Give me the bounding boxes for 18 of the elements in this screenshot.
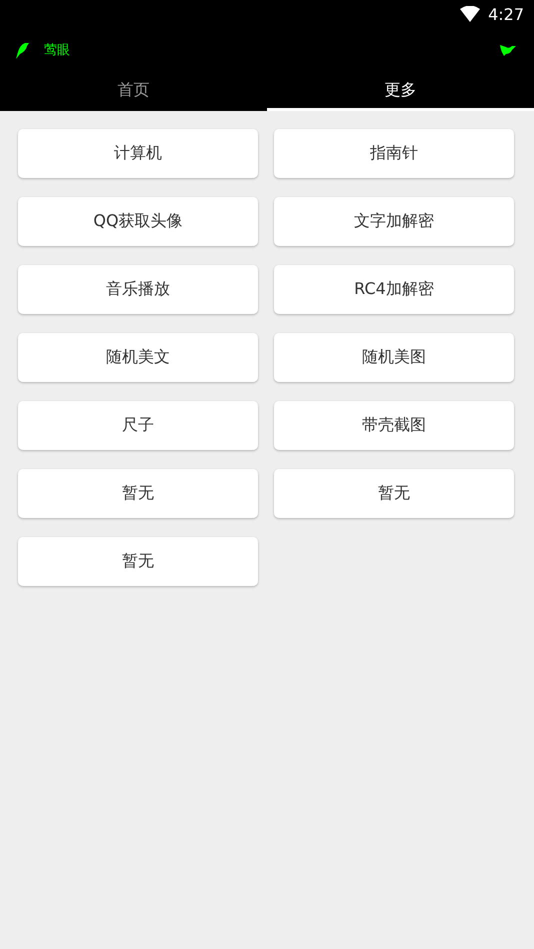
tool-button[interactable]: 文字加解密 xyxy=(274,197,514,246)
tool-button[interactable]: QQ获取头像 xyxy=(18,197,258,246)
tool-button[interactable]: 带壳截图 xyxy=(274,401,514,450)
tool-button[interactable]: 计算机 xyxy=(18,129,258,178)
tool-button[interactable]: 暂无 xyxy=(18,537,258,586)
tool-button[interactable]: 随机美图 xyxy=(274,333,514,382)
tool-button[interactable]: RC4加解密 xyxy=(274,265,514,314)
app-title: 莺眼 xyxy=(44,42,70,59)
tool-button[interactable]: 暂无 xyxy=(274,469,514,518)
tab[interactable]: 更多 xyxy=(267,72,534,111)
tool-button[interactable]: 指南针 xyxy=(274,129,514,178)
tab[interactable]: 首页 xyxy=(0,72,267,111)
tool-button[interactable]: 尺子 xyxy=(18,401,258,450)
tool-button[interactable]: 随机美文 xyxy=(18,333,258,382)
tool-button[interactable]: 暂无 xyxy=(18,469,258,518)
status-time: 4:27 xyxy=(488,4,524,24)
wifi-icon xyxy=(460,6,480,22)
tool-button[interactable]: 音乐播放 xyxy=(18,265,258,314)
